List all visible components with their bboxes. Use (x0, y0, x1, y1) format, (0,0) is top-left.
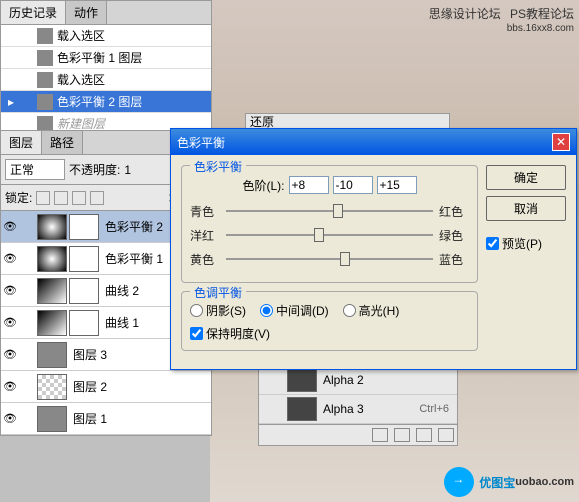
channel-row[interactable]: Alpha 2 (259, 366, 457, 395)
slider-label-right: 红色 (439, 203, 469, 220)
cancel-button[interactable]: 取消 (486, 196, 566, 221)
tab-history[interactable]: 历史记录 (1, 1, 66, 24)
lock-label: 锁定: (5, 189, 32, 206)
channels-panel: Alpha 2Alpha 3Ctrl+6 (258, 365, 458, 446)
slider-0[interactable] (226, 202, 433, 220)
load-selection-icon[interactable] (372, 428, 388, 442)
visibility-icon[interactable] (3, 283, 19, 299)
save-selection-icon[interactable] (394, 428, 410, 442)
delete-channel-icon[interactable] (438, 428, 454, 442)
logo-icon (444, 467, 474, 497)
slider-label-right: 绿色 (439, 227, 469, 244)
channel-row[interactable]: Alpha 3Ctrl+6 (259, 395, 457, 424)
visibility-icon[interactable] (3, 251, 19, 267)
levels-label: 色阶(L): (242, 177, 284, 194)
section-color-balance: 色彩平衡 (190, 158, 246, 175)
layer-row[interactable]: 图层 1 (1, 403, 211, 435)
visibility-icon[interactable] (3, 347, 19, 363)
radio-highlights[interactable]: 高光(H) (343, 302, 400, 319)
history-item[interactable]: ▸色彩平衡 2 图层 (1, 91, 211, 113)
history-item[interactable]: 载入选区 (1, 69, 211, 91)
history-panel: 历史记录 动作 载入选区色彩平衡 1 图层载入选区▸色彩平衡 2 图层新建图层 (0, 0, 212, 136)
slider-label-left: 青色 (190, 203, 220, 220)
checkbox-preview[interactable]: 预览(P) (486, 235, 542, 252)
level-input-2[interactable] (333, 176, 373, 194)
color-balance-dialog: 色彩平衡 ✕ 色彩平衡 色阶(L): 青色 红色洋红 绿色黄色 蓝色 色调平衡 (170, 128, 577, 370)
level-input-1[interactable] (289, 176, 329, 194)
visibility-icon[interactable] (3, 219, 19, 235)
lock-position-icon[interactable] (72, 191, 86, 205)
slider-label-left: 洋红 (190, 227, 220, 244)
dialog-title: 色彩平衡 (177, 134, 225, 151)
lock-transparent-icon[interactable] (36, 191, 50, 205)
tab-actions[interactable]: 动作 (66, 1, 107, 24)
blend-mode-dropdown[interactable]: 正常 (5, 159, 65, 180)
history-item[interactable]: 色彩平衡 1 图层 (1, 47, 211, 69)
close-icon[interactable]: ✕ (552, 133, 570, 151)
visibility-icon[interactable] (3, 379, 19, 395)
new-channel-icon[interactable] (416, 428, 432, 442)
section-tone-balance: 色调平衡 (190, 284, 246, 301)
tab-paths[interactable]: 路径 (42, 131, 83, 154)
opacity-value[interactable]: 1 (124, 163, 131, 177)
lock-all-icon[interactable] (90, 191, 104, 205)
slider-label-left: 黄色 (190, 251, 220, 268)
visibility-icon[interactable] (3, 411, 19, 427)
checkbox-preserve-luminosity[interactable]: 保持明度(V) (190, 325, 270, 342)
watermark-bottom: 优图宝 uobao.com (444, 467, 574, 497)
layer-row[interactable]: 图层 2 (1, 371, 211, 403)
lock-image-icon[interactable] (54, 191, 68, 205)
watermark-top: 思缘设计论坛 PS教程论坛 bbs.16xx8.com (429, 5, 574, 34)
opacity-label: 不透明度: (69, 161, 120, 178)
ok-button[interactable]: 确定 (486, 165, 566, 190)
level-input-3[interactable] (377, 176, 417, 194)
slider-1[interactable] (226, 226, 433, 244)
history-item[interactable]: 载入选区 (1, 25, 211, 47)
tab-layers[interactable]: 图层 (1, 131, 42, 154)
visibility-icon[interactable] (3, 315, 19, 331)
slider-label-right: 蓝色 (439, 251, 469, 268)
radio-midtones[interactable]: 中间调(D) (260, 302, 329, 319)
slider-2[interactable] (226, 250, 433, 268)
radio-shadows[interactable]: 阴影(S) (190, 302, 246, 319)
